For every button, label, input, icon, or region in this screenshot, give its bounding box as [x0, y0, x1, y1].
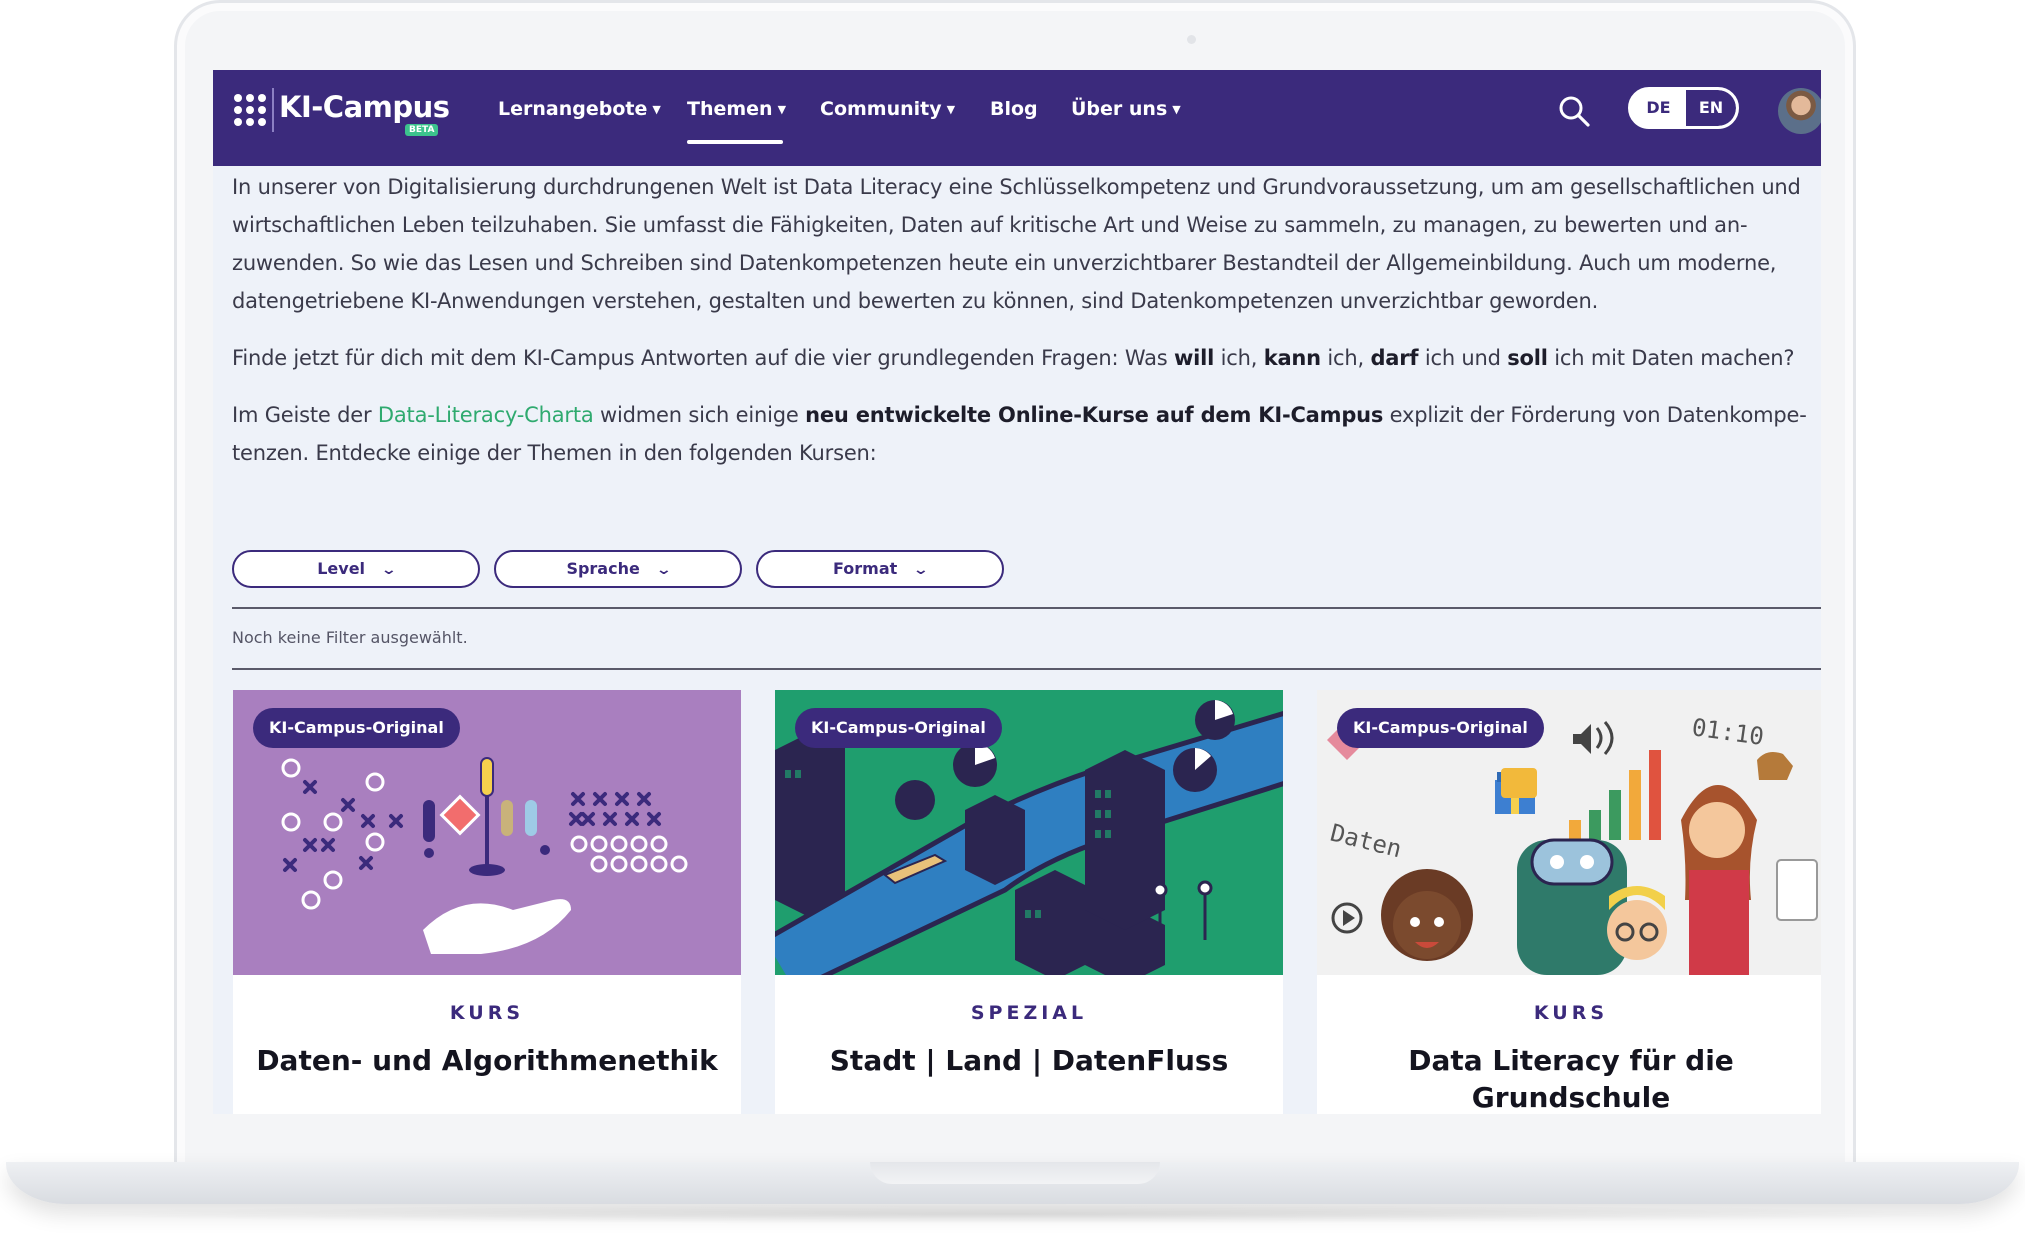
course-type: SPEZIAL [970, 1002, 1088, 1024]
nav-label: Themen [687, 98, 773, 120]
courses-paragraph: Im Geiste der Data-Literacy-Charta widme… [232, 396, 1812, 472]
caret-down-icon: ▼ [946, 103, 956, 116]
chevron-down-icon: ⌄ [912, 562, 930, 578]
divider [232, 668, 1821, 670]
logo-divider [272, 88, 274, 132]
nav-blog[interactable]: Blog [990, 98, 1038, 120]
filter-label: Sprache [566, 559, 640, 578]
course-card[interactable]: KI-Campus-Original SPEZIAL Stadt | Land … [775, 690, 1283, 1114]
top-navbar: KI-Campus BETA Lernangebote ▼ Themen ▼ Com… [213, 70, 1821, 166]
camera-dot [1187, 35, 1196, 44]
filter-format[interactable]: Format ⌄ [756, 550, 1004, 588]
laptop-shadow [40, 1204, 1985, 1224]
lang-en-button[interactable]: EN [1686, 90, 1736, 126]
course-type: KURS [1533, 1002, 1609, 1024]
filter-label: Format [832, 559, 898, 578]
original-badge: KI-Campus-Original [1337, 708, 1544, 748]
chevron-down-icon: ⌄ [655, 562, 672, 578]
nav-label: Über uns [1071, 98, 1168, 120]
course-type: KURS [449, 1002, 525, 1024]
course-title: Daten- und Algorithmenethik [256, 1044, 718, 1077]
intro-paragraph: In unserer von Digitalisierung durchdrun… [232, 175, 1801, 313]
text: widmen sich einige [593, 403, 806, 427]
laptop-base-notch [870, 1162, 1160, 1184]
original-badge: KI-Campus-Original [795, 708, 1002, 748]
beta-badge: BETA [405, 124, 439, 136]
search-icon[interactable] [1557, 94, 1591, 128]
bold-will: will [1173, 346, 1215, 370]
nav-themen[interactable]: Themen ▼ [687, 98, 786, 120]
course-card[interactable]: KI-Campus-Original KURS Daten- und Algor… [233, 690, 741, 1114]
course-card[interactable]: 01:10 Daten KI-Campus-Original KURS Data… [1317, 690, 1821, 1114]
text: ich, [1214, 346, 1264, 370]
nav-label: Blog [990, 98, 1038, 120]
divider [232, 607, 1821, 609]
caret-down-icon: ▼ [1172, 103, 1181, 116]
course-title: Stadt | Land | DatenFluss [829, 1044, 1229, 1077]
browser-screen: KI-Campus BETA Lernangebote ▼ Themen ▼ Com… [213, 70, 1821, 1114]
questions-paragraph: Finde jetzt für dich mit dem KI-Campus A… [232, 339, 1812, 377]
course-title: Data Literacy für die Grundschule [1408, 1044, 1734, 1114]
language-toggle: DE EN [1628, 87, 1739, 129]
bold-darf: darf [1370, 346, 1419, 370]
text: Finde jetzt für dich mit dem KI-Campus A… [232, 346, 1174, 370]
bold-soll: soll [1507, 346, 1548, 370]
app-grid-icon[interactable] [234, 94, 266, 126]
filter-label: Level [317, 559, 366, 578]
bold-text: neu entwickelte Online-Kurse auf dem KI-… [805, 403, 1384, 427]
chevron-down-icon: ⌄ [380, 562, 398, 578]
text: ich, [1320, 346, 1371, 370]
nav-lernangebote[interactable]: Lernangebote ▼ [498, 98, 661, 120]
caret-down-icon: ▼ [652, 103, 661, 116]
nav-label: Community [820, 98, 942, 120]
bold-kann: kann [1263, 346, 1321, 370]
site-logo[interactable]: KI-Campus [279, 90, 450, 124]
text: ich mit Daten machen? [1547, 346, 1795, 370]
filter-sprache[interactable]: Sprache ⌄ [494, 550, 742, 588]
text: ich und [1418, 346, 1508, 370]
data-literacy-charta-link[interactable]: Data-Literacy-Charta [378, 403, 594, 427]
lang-de-button[interactable]: DE [1631, 90, 1686, 126]
nav-ueber-uns[interactable]: Über uns ▼ [1071, 98, 1181, 120]
nav-label: Lernangebote [498, 98, 648, 120]
caret-down-icon: ▼ [777, 103, 787, 116]
text: Im Geiste der [232, 403, 378, 427]
nav-community[interactable]: Community ▼ [820, 98, 955, 120]
filter-status: Noch keine Filter ausgewählt. [232, 628, 468, 647]
active-nav-underline [687, 140, 783, 144]
user-avatar[interactable] [1778, 88, 1821, 134]
filter-level[interactable]: Level ⌄ [232, 550, 480, 588]
original-badge: KI-Campus-Original [253, 708, 460, 748]
